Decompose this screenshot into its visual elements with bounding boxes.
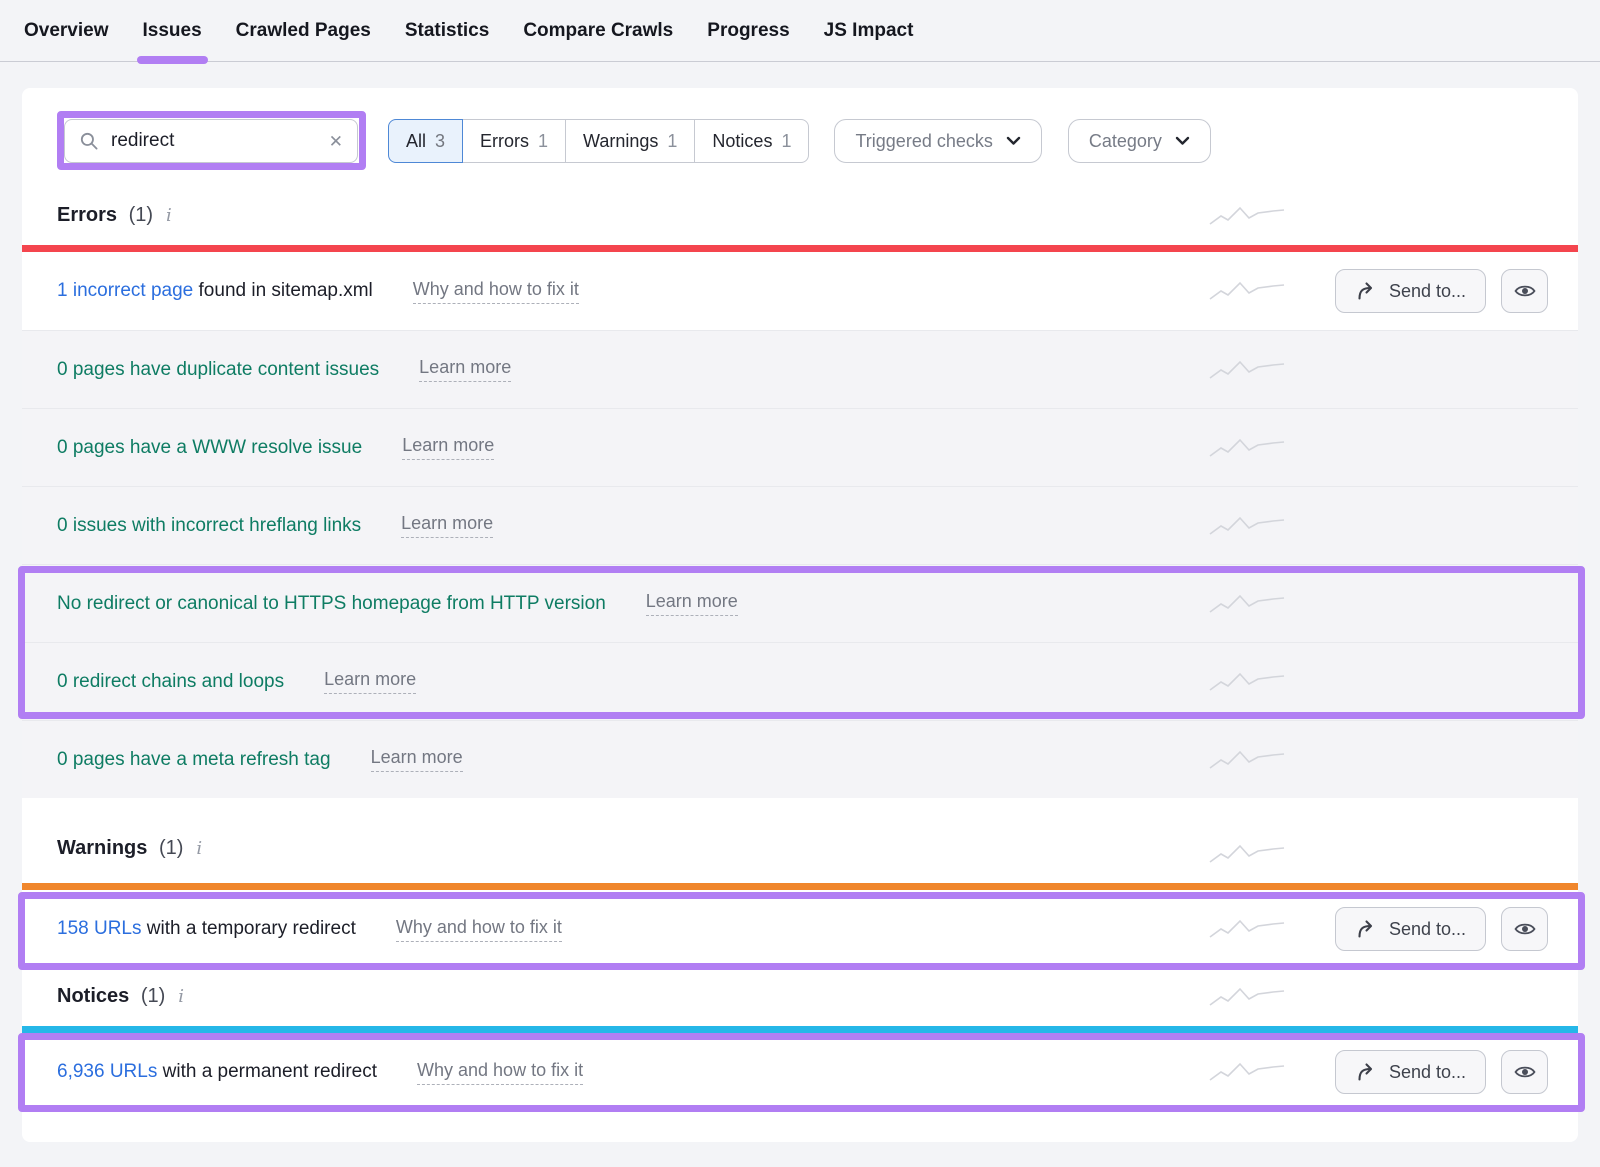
issue-row: 0 pages have duplicate content issues Le… [22,330,1578,408]
section-notices: Notices (1) i 6,936 URLs with a permanen… [22,968,1578,1111]
trend-sparkline [1207,357,1287,383]
trend-sparkline [1207,513,1287,539]
info-icon[interactable]: i [196,838,202,859]
section-title: Errors (1) [57,201,153,229]
issue-row: 0 redirect chains and loops Learn more [22,642,1578,720]
issue-help-link[interactable]: Why and how to fix it [396,917,562,942]
issue-help-link[interactable]: Learn more [402,435,494,460]
issue-row: 1 incorrect page found in sitemap.xml Wh… [22,252,1578,330]
chevron-down-icon [1175,136,1190,146]
send-to-button[interactable]: Send to... [1335,1050,1486,1094]
send-to-button[interactable]: Send to... [1335,269,1486,313]
trend-sparkline [1207,1059,1287,1085]
filter-dropdown-category[interactable]: Category [1068,119,1211,163]
trend-sparkline [1207,203,1287,229]
issue-help-link[interactable]: Learn more [371,747,463,772]
issue-row: 6,936 URLs with a permanent redirect Why… [22,1033,1578,1111]
issue-count-link[interactable]: 6,936 URLs [57,1061,157,1082]
issue-text: No redirect or canonical to HTTPS homepa… [57,593,606,615]
top-nav: Overview Issues Crawled Pages Statistics… [0,0,1600,62]
issue-help-link[interactable]: Why and how to fix it [417,1060,583,1085]
section-warnings: Warnings (1) i 158 URLs with a temporary… [22,798,1578,968]
issue-row: 158 URLs with a temporary redirect Why a… [22,890,1578,968]
search-input[interactable] [111,130,317,152]
issue-help-link[interactable]: Learn more [419,357,511,382]
nav-tab-issues[interactable]: Issues [143,2,202,60]
filter-toolbar: ✕ All 3 Errors 1 Warnings 1 Notices 1 Tr… [22,88,1578,163]
issue-text: 0 pages have duplicate content issues [57,359,379,381]
severity-filter-notices[interactable]: Notices 1 [694,119,809,163]
issue-count-link[interactable]: 158 URLs [57,918,142,939]
search-icon [79,131,99,151]
dropdown-filters: Triggered checks Category [809,119,1210,163]
issue-help-link[interactable]: Why and how to fix it [413,279,579,304]
filter-dropdown-triggered-checks[interactable]: Triggered checks [834,119,1041,163]
issue-text: 1 incorrect page found in sitemap.xml [57,280,373,302]
issue-sections: Errors (1) i 1 incorrect page found in s… [22,163,1578,1111]
eye-button[interactable] [1501,1050,1548,1094]
send-arrow-icon [1355,280,1377,302]
search-box[interactable]: ✕ [64,119,358,163]
nav-tab-overview[interactable]: Overview [24,2,109,60]
eye-icon [1513,1060,1537,1084]
trend-sparkline [1207,841,1287,867]
section-errors: Errors (1) i 1 incorrect page found in s… [22,163,1578,798]
trend-sparkline [1207,984,1287,1010]
nav-tab-progress[interactable]: Progress [707,2,789,60]
issue-text: 0 pages have a meta refresh tag [57,749,331,771]
severity-color-bar [22,245,1578,252]
issue-help-link[interactable]: Learn more [646,591,738,616]
trend-sparkline [1207,435,1287,461]
issues-panel: ✕ All 3 Errors 1 Warnings 1 Notices 1 Tr… [22,88,1578,1142]
issue-count-link[interactable]: 1 incorrect page [57,280,193,301]
section-header: Warnings (1) i [22,798,1578,883]
section-header: Notices (1) i [22,968,1578,1026]
nav-tab-statistics[interactable]: Statistics [405,2,489,60]
severity-color-bar [22,1026,1578,1033]
nav-tab-compare-crawls[interactable]: Compare Crawls [523,2,673,60]
info-icon[interactable]: i [166,205,172,226]
issue-row: 0 pages have a meta refresh tag Learn mo… [22,720,1578,798]
section-header: Errors (1) i [22,163,1578,245]
eye-button[interactable] [1501,269,1548,313]
issue-text: 158 URLs with a temporary redirect [57,918,356,940]
severity-filter-warnings[interactable]: Warnings 1 [565,119,695,163]
send-arrow-icon [1355,918,1377,940]
severity-color-bar [22,883,1578,890]
issue-help-link[interactable]: Learn more [401,513,493,538]
severity-filter: All 3 Errors 1 Warnings 1 Notices 1 [388,119,809,163]
issue-text: 0 issues with incorrect hreflang links [57,515,361,537]
issue-text: 0 pages have a WWW resolve issue [57,437,362,459]
send-to-button[interactable]: Send to... [1335,907,1486,951]
issue-row: 0 issues with incorrect hreflang links L… [22,486,1578,564]
send-arrow-icon [1355,1061,1377,1083]
nav-tab-crawled-pages[interactable]: Crawled Pages [236,2,371,60]
chevron-down-icon [1006,136,1021,146]
info-icon[interactable]: i [178,986,184,1007]
clear-search-icon[interactable]: ✕ [329,133,343,150]
issue-help-link[interactable]: Learn more [324,669,416,694]
section-title: Warnings (1) [57,834,183,862]
trend-sparkline [1207,278,1287,304]
trend-sparkline [1207,916,1287,942]
severity-filter-errors[interactable]: Errors 1 [462,119,566,163]
eye-button[interactable] [1501,907,1548,951]
trend-sparkline [1207,669,1287,695]
section-title: Notices (1) [57,982,165,1010]
eye-icon [1513,279,1537,303]
issue-text: 6,936 URLs with a permanent redirect [57,1061,377,1083]
severity-filter-all[interactable]: All 3 [388,119,463,163]
nav-tab-js-impact[interactable]: JS Impact [824,2,914,60]
trend-sparkline [1207,591,1287,617]
active-tab-indicator [137,56,208,64]
issue-row: 0 pages have a WWW resolve issue Learn m… [22,408,1578,486]
trend-sparkline [1207,747,1287,773]
issue-text: 0 redirect chains and loops [57,671,284,693]
issue-row: No redirect or canonical to HTTPS homepa… [22,564,1578,642]
eye-icon [1513,917,1537,941]
